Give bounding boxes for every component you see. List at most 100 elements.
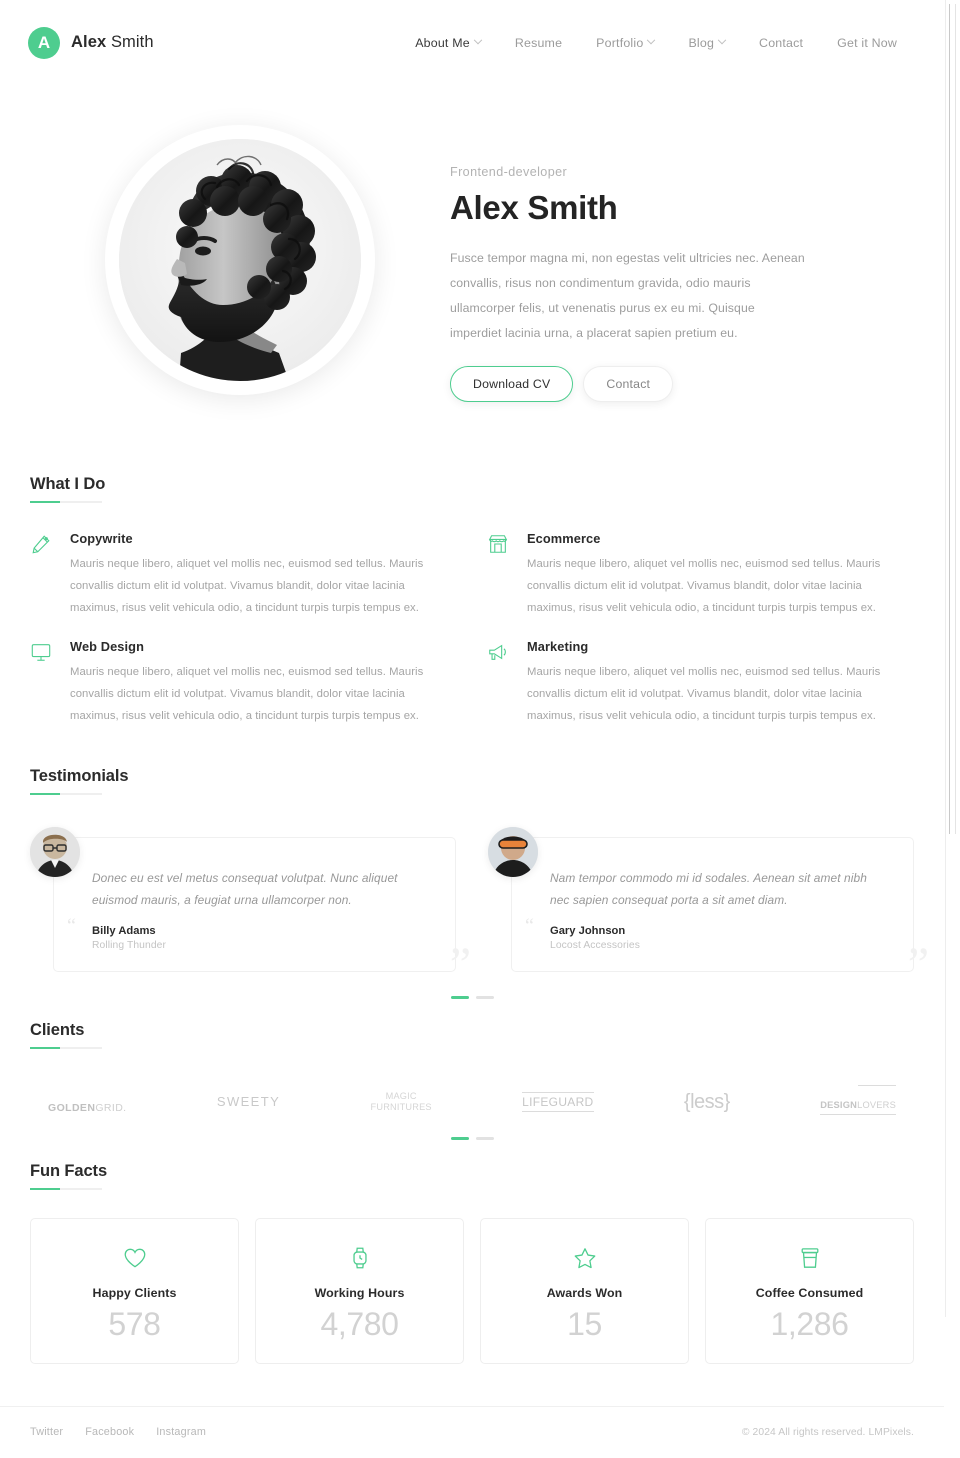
portrait-illustration: [119, 139, 361, 381]
hero-section: Frontend-developer Alex Smith Fusce temp…: [0, 85, 944, 402]
nav-label: About Me: [415, 35, 470, 50]
service-description: Mauris neque libero, aliquet vel mollis …: [70, 665, 424, 722]
fun-fact-label: Coffee Consumed: [755, 1285, 864, 1300]
site-header: A Alex Smith About Me Resume Portfolio B…: [0, 0, 944, 85]
logo-letter: A: [37, 32, 51, 52]
store-icon: [487, 531, 513, 619]
fun-fact-card-happy-clients: Happy Clients 578: [30, 1217, 239, 1364]
download-cv-button[interactable]: Download CV: [450, 365, 574, 402]
section-title-fun-facts: Fun Facts: [30, 1162, 107, 1190]
what-i-do-section: What I Do Copywrite Mauris neque libero,…: [0, 475, 944, 727]
page-root: A Alex Smith About Me Resume Portfolio B…: [0, 0, 944, 1458]
nav-label: Get it Now: [837, 35, 897, 50]
contact-button[interactable]: Contact: [583, 365, 674, 402]
testimonial-author: Gary Johnson: [550, 925, 626, 938]
clients-logo-row: GOLDENGRID. SWEETY MAGIC FURNITURES LIFE…: [30, 1085, 914, 1115]
section-title-clients: Clients: [30, 1021, 103, 1050]
service-item-web-design: Web Design Mauris neque libero, aliquet …: [30, 639, 457, 727]
service-description: Mauris neque libero, aliquet vel mollis …: [527, 557, 881, 614]
vertical-scrollbar[interactable]: [945, 0, 960, 1317]
client-logo-text: DESIGN: [820, 1100, 858, 1111]
page-title: Alex Smith: [450, 189, 618, 226]
social-link-twitter[interactable]: Twitter: [30, 1426, 63, 1438]
chevron-down-icon: [717, 35, 727, 44]
megaphone-icon: [487, 639, 513, 727]
brand-name-light: Smith: [106, 33, 154, 51]
testimonial-author: Billy Adams: [92, 925, 156, 938]
fun-fact-value: 15: [567, 1305, 602, 1342]
service-title: Marketing: [527, 638, 589, 654]
testimonials-pagination: [30, 996, 914, 1000]
nav-label: Contact: [759, 35, 804, 50]
client-logo-text: GOLDEN: [48, 1101, 96, 1114]
avatar-illustration: [30, 826, 80, 877]
nav-label: Resume: [514, 35, 563, 50]
nav-item-about-me[interactable]: About Me: [398, 30, 498, 56]
testimonial-quote: Nam tempor commodo mi id sodales. Aenean…: [550, 870, 867, 907]
testimonial-company: Locost Accessories: [550, 940, 640, 952]
logo-avatar-icon: A: [28, 26, 60, 59]
quote-icon: “: [67, 915, 76, 938]
decorative-quote-icon: ”: [907, 938, 929, 992]
client-logo-text: LOVERS: [857, 1100, 896, 1111]
client-logo-text: GRID.: [95, 1101, 127, 1114]
pagination-dot-1[interactable]: [450, 996, 469, 1000]
nav-item-blog[interactable]: Blog: [671, 30, 742, 56]
section-title-what-i-do: What I Do: [30, 475, 105, 503]
brand-name-bold: Alex: [71, 33, 107, 51]
social-link-facebook[interactable]: Facebook: [85, 1426, 134, 1438]
pagination-dot-2[interactable]: [475, 1136, 494, 1140]
client-logo-sweety[interactable]: SWEETY: [217, 1094, 280, 1110]
watch-icon: [266, 1243, 453, 1273]
testimonial-company: Rolling Thunder: [92, 940, 167, 952]
client-logo-goldengrid[interactable]: GOLDENGRID.: [48, 1089, 127, 1114]
service-title: Copywrite: [70, 530, 133, 546]
heart-icon: [41, 1243, 228, 1273]
testimonial-item: “ Donec eu est vel metus consequat volut…: [30, 826, 471, 989]
fun-fact-label: Working Hours: [314, 1285, 405, 1300]
service-title: Ecommerce: [527, 530, 601, 546]
nav-item-contact[interactable]: Contact: [742, 30, 820, 56]
service-item-marketing: Marketing Mauris neque libero, aliquet v…: [487, 639, 914, 727]
star-icon: [491, 1243, 678, 1273]
decorative-quote-icon: ”: [449, 938, 471, 992]
fun-fact-label: Happy Clients: [92, 1285, 177, 1300]
hero-description: Fusce tempor magna mi, non egestas velit…: [450, 251, 805, 340]
coffee-cup-icon: [716, 1243, 903, 1273]
scrollbar-thumb[interactable]: [949, 4, 956, 834]
nav-item-portfolio[interactable]: Portfolio: [579, 30, 671, 56]
service-title: Web Design: [70, 638, 145, 654]
clients-section: Clients GOLDENGRID. SWEETY MAGIC FURNITU…: [0, 1021, 944, 1140]
avatar: [488, 826, 538, 877]
testimonials-grid: “ Donec eu est vel metus consequat volut…: [30, 826, 929, 989]
testimonial-card: “ Nam tempor commodo mi id sodales. Aene…: [511, 836, 929, 989]
avatar-illustration: [488, 826, 538, 877]
service-description: Mauris neque libero, aliquet vel mollis …: [70, 557, 424, 614]
copyright-text: © 2024 All rights reserved. LMPixels.: [741, 1426, 914, 1438]
fun-fact-value: 1,286: [770, 1305, 849, 1342]
main-navigation: About Me Resume Portfolio Blog Contact G…: [398, 30, 914, 56]
brand-logo-group[interactable]: A Alex Smith: [28, 26, 154, 59]
pagination-dot-2[interactable]: [475, 996, 494, 1000]
hero-buttons: Download CV Contact: [450, 365, 850, 402]
nav-item-get-it-now[interactable]: Get it Now: [820, 30, 914, 56]
testimonial-item: “ Nam tempor commodo mi id sodales. Aene…: [488, 826, 929, 989]
avatar: [30, 826, 80, 877]
testimonials-section: Testimonials “ Donec eu est vel metus co…: [0, 767, 944, 1000]
fun-fact-label: Awards Won: [546, 1285, 623, 1300]
brand-name: Alex Smith: [71, 33, 154, 52]
fun-facts-section: Fun Facts Happy Clients 578 Working Hour…: [0, 1162, 944, 1364]
client-logo-lifeguard[interactable]: LIFEGUARD: [522, 1091, 594, 1113]
social-link-instagram[interactable]: Instagram: [156, 1426, 206, 1438]
hero-photo-wrapper: [30, 120, 450, 395]
testimonial-quote: Donec eu est vel metus consequat volutpa…: [92, 870, 398, 907]
pagination-dot-1[interactable]: [450, 1136, 469, 1140]
client-logo-less[interactable]: {less}: [684, 1090, 730, 1114]
client-logo-designlovers[interactable]: DESIGNLOVERS: [820, 1085, 896, 1115]
fun-fact-value: 578: [108, 1305, 161, 1342]
social-links: Twitter Facebook Instagram: [30, 1426, 206, 1438]
client-logo-magic-furnitures[interactable]: MAGIC FURNITURES: [371, 1091, 432, 1113]
nav-item-resume[interactable]: Resume: [498, 30, 579, 56]
quote-icon: “: [525, 915, 534, 938]
fun-fact-card-awards-won: Awards Won 15: [480, 1217, 689, 1364]
